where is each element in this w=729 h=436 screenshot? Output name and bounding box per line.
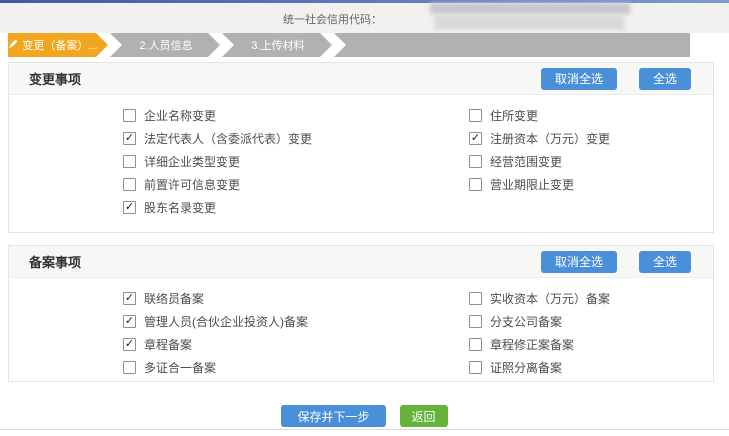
checkbox[interactable] bbox=[469, 338, 482, 351]
section-title: 备案事项 bbox=[29, 252, 81, 271]
step-2-personnel-info[interactable]: 2.人员信息 bbox=[110, 33, 220, 57]
bottom-divider bbox=[0, 429, 729, 430]
section-body: 企业名称变更 法定代表人（含委派代表）变更 详细企业类型变更 前置许可信息变更 … bbox=[9, 95, 713, 219]
redacted-credit-code-value bbox=[434, 15, 624, 30]
checkbox-label: 详细企业类型变更 bbox=[144, 153, 240, 170]
cancel-select-all-button[interactable]: 取消全选 bbox=[541, 68, 617, 90]
pencil-icon bbox=[8, 39, 18, 52]
redacted-company-name bbox=[430, 3, 630, 14]
checkbox[interactable] bbox=[123, 132, 136, 145]
step-wizard: 变更（备案）... 2.人员信息 3.上传材料 bbox=[8, 33, 690, 57]
checkbox-item[interactable]: 章程备案 bbox=[123, 333, 469, 356]
checkbox[interactable] bbox=[469, 155, 482, 168]
checkbox-item[interactable]: 章程修正案备案 bbox=[469, 333, 610, 356]
checkbox[interactable] bbox=[469, 109, 482, 122]
checkbox-item[interactable]: 管理人员(合伙企业投资人)备案 bbox=[123, 310, 469, 333]
checkbox[interactable] bbox=[469, 178, 482, 191]
checkbox[interactable] bbox=[123, 178, 136, 191]
checkbox[interactable] bbox=[123, 155, 136, 168]
checkbox-label: 联络员备案 bbox=[144, 290, 204, 307]
checkbox-item[interactable]: 证照分离备案 bbox=[469, 356, 610, 379]
step-3-upload-materials[interactable]: 3.上传材料 bbox=[222, 33, 332, 57]
checkbox-label: 住所变更 bbox=[490, 107, 538, 124]
checkbox-item[interactable]: 注册资本（万元）变更 bbox=[469, 127, 610, 150]
checkbox-label: 注册资本（万元）变更 bbox=[490, 130, 610, 147]
section-header: 备案事项 取消全选 全选 bbox=[9, 246, 713, 278]
checkbox-label: 实收资本（万元）备案 bbox=[490, 290, 610, 307]
checkbox[interactable] bbox=[123, 109, 136, 122]
page-header: 统一社会信用代码： bbox=[0, 3, 729, 33]
select-all-button[interactable]: 全选 bbox=[639, 251, 691, 273]
credit-code-label: 统一社会信用代码： bbox=[283, 11, 382, 27]
checkbox-label: 多证合一备案 bbox=[144, 359, 216, 376]
checkbox-label: 管理人员(合伙企业投资人)备案 bbox=[144, 313, 308, 330]
checkbox-label: 前置许可信息变更 bbox=[144, 176, 240, 193]
step-label: 变更（备案）... bbox=[22, 37, 97, 53]
section-change-items: 变更事项 取消全选 全选 企业名称变更 法定代表人（含委派代表）变更 详细企业类… bbox=[8, 62, 714, 233]
checkbox-item[interactable]: 经营范围变更 bbox=[469, 150, 610, 173]
checkbox[interactable] bbox=[123, 361, 136, 374]
checkbox-item[interactable]: 分支公司备案 bbox=[469, 310, 610, 333]
checkbox[interactable] bbox=[123, 292, 136, 305]
checkbox-label: 章程备案 bbox=[144, 336, 192, 353]
checkbox[interactable] bbox=[123, 338, 136, 351]
checkbox-label: 证照分离备案 bbox=[490, 359, 562, 376]
checkbox-item[interactable]: 详细企业类型变更 bbox=[123, 150, 469, 173]
checkbox-item[interactable]: 企业名称变更 bbox=[123, 104, 469, 127]
checkbox-item[interactable]: 实收资本（万元）备案 bbox=[469, 287, 610, 310]
checkbox-item[interactable]: 住所变更 bbox=[469, 104, 610, 127]
step-label: 3.上传材料 bbox=[251, 37, 304, 53]
checkbox-label: 分支公司备案 bbox=[490, 313, 562, 330]
checkbox-item[interactable]: 股东名录变更 bbox=[123, 196, 469, 219]
checkbox-label: 股东名录变更 bbox=[144, 199, 216, 216]
checkbox[interactable] bbox=[469, 361, 482, 374]
checkbox[interactable] bbox=[469, 132, 482, 145]
checkbox-item[interactable]: 前置许可信息变更 bbox=[123, 173, 469, 196]
step-bar-filler bbox=[334, 33, 690, 57]
checkbox[interactable] bbox=[123, 315, 136, 328]
checkbox[interactable] bbox=[469, 315, 482, 328]
checkbox-label: 企业名称变更 bbox=[144, 107, 216, 124]
footer-actions: 保存并下一步 返回 bbox=[0, 405, 729, 427]
checkbox-item[interactable]: 多证合一备案 bbox=[123, 356, 469, 379]
section-body: 联络员备案 管理人员(合伙企业投资人)备案 章程备案 多证合一备案 实收资本（万… bbox=[9, 278, 713, 379]
checkbox-label: 章程修正案备案 bbox=[490, 336, 574, 353]
back-button[interactable]: 返回 bbox=[400, 405, 448, 427]
section-header: 变更事项 取消全选 全选 bbox=[9, 63, 713, 95]
select-all-button[interactable]: 全选 bbox=[639, 68, 691, 90]
checkbox-item[interactable]: 法定代表人（含委派代表）变更 bbox=[123, 127, 469, 150]
step-label: 2.人员信息 bbox=[139, 37, 192, 53]
checkbox-item[interactable]: 联络员备案 bbox=[123, 287, 469, 310]
checkbox-label: 营业期限止变更 bbox=[490, 176, 574, 193]
checkbox-item[interactable]: 营业期限止变更 bbox=[469, 173, 610, 196]
checkbox-label: 经营范围变更 bbox=[490, 153, 562, 170]
step-1-change-filing[interactable]: 变更（备案）... bbox=[8, 33, 108, 57]
checkbox[interactable] bbox=[469, 292, 482, 305]
checkbox[interactable] bbox=[123, 201, 136, 214]
save-and-next-button[interactable]: 保存并下一步 bbox=[281, 405, 385, 427]
checkbox-label: 法定代表人（含委派代表）变更 bbox=[144, 130, 312, 147]
cancel-select-all-button[interactable]: 取消全选 bbox=[541, 251, 617, 273]
section-filing-items: 备案事项 取消全选 全选 联络员备案 管理人员(合伙企业投资人)备案 章程备案 … bbox=[8, 245, 714, 382]
section-title: 变更事项 bbox=[29, 69, 81, 88]
